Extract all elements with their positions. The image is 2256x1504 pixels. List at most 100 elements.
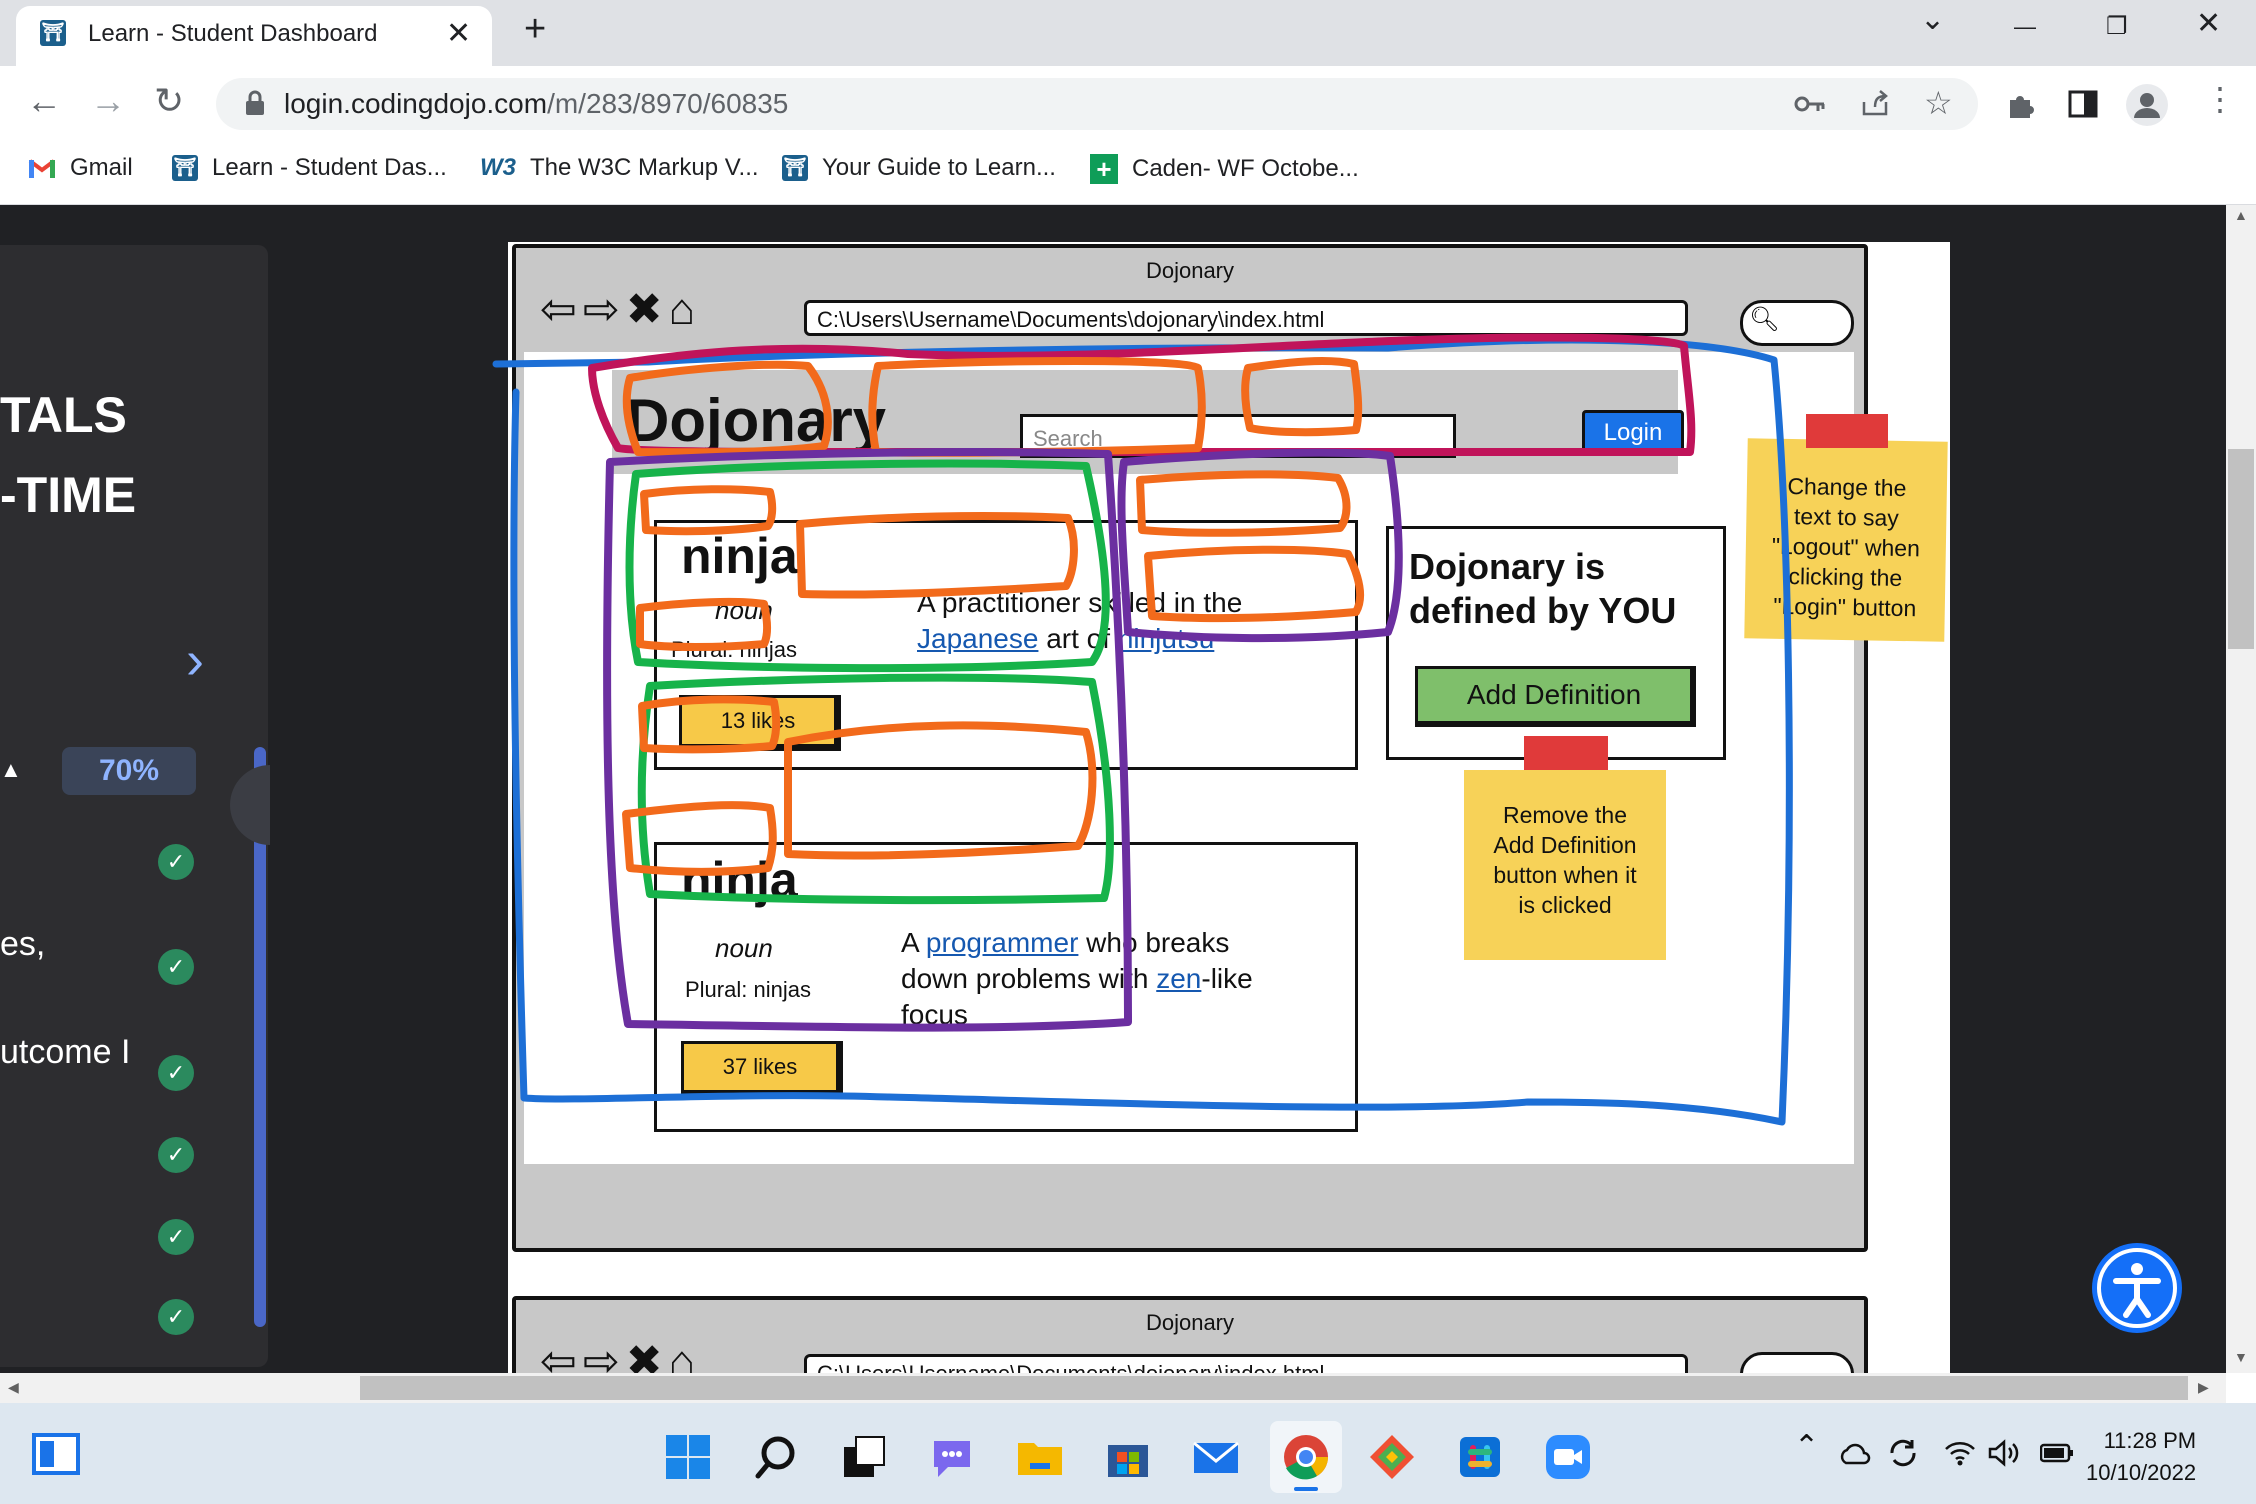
bookmark-caden-wf[interactable]: + Caden- WF Octobe...	[1090, 154, 1359, 184]
sidebar-collapse-tab[interactable]	[230, 765, 270, 845]
wifi-icon[interactable]	[1944, 1439, 1976, 1467]
volume-icon[interactable]	[1988, 1439, 2024, 1467]
progress-badge: 70%	[62, 747, 196, 795]
teams-chat-icon[interactable]	[928, 1433, 976, 1481]
scroll-down-arrow-icon[interactable]: ▼	[2234, 1349, 2248, 1365]
dojo-favicon-icon: ⛩	[172, 155, 198, 181]
orange-login-stroke	[1241, 357, 1363, 437]
scroll-up-arrow-icon[interactable]: ▲	[2234, 207, 2248, 223]
orange-word2-stroke	[638, 695, 781, 754]
zoom-icon[interactable]	[1544, 1433, 1592, 1481]
task-view-icon[interactable]	[840, 1433, 888, 1481]
purple-list-stroke	[603, 448, 1132, 1032]
vertical-scrollbar[interactable]: ▲ ▼	[2226, 205, 2256, 1373]
git-app-icon[interactable]	[1368, 1433, 1416, 1481]
course-title: TALS -TIME	[0, 375, 136, 535]
bookmark-star-icon[interactable]: ☆	[1924, 84, 1953, 122]
dojo-favicon-icon: ⛩	[782, 155, 808, 181]
chevron-up-icon[interactable]: ⌃	[1794, 1429, 1819, 1464]
new-tab-button[interactable]: +	[524, 8, 546, 51]
widgets-icon[interactable]	[32, 1433, 80, 1475]
url-text[interactable]: login.codingdojo.com/m/283/8970/60835	[284, 88, 788, 120]
lock-icon[interactable]	[244, 90, 266, 116]
restore-button[interactable]: ❐	[2106, 12, 2128, 41]
check-circle-icon: ✓	[158, 949, 194, 985]
system-clock[interactable]: 11:28 PM 10/10/2022	[2086, 1425, 2196, 1489]
accessibility-button[interactable]	[2092, 1243, 2182, 1333]
tab-title: Learn - Student Dashboard	[88, 20, 378, 47]
url-domain: login.codingdojo.com	[284, 88, 548, 119]
bookmark-w3c-validator[interactable]: W3 The W3C Markup V...	[480, 154, 759, 182]
check-circle-icon: ✓	[158, 1055, 194, 1091]
check-circle-icon: ✓	[158, 1219, 194, 1255]
scroll-left-arrow-icon[interactable]: ◀	[8, 1379, 19, 1396]
share-icon[interactable]	[1860, 88, 1890, 118]
accessibility-icon	[2097, 1248, 2177, 1328]
scrollbar-thumb[interactable]	[2228, 449, 2254, 649]
address-bar[interactable]: login.codingdojo.com/m/283/8970/60835 ☆	[216, 78, 1978, 130]
key-icon[interactable]	[1794, 92, 1826, 116]
reload-icon[interactable]: ↻	[154, 80, 184, 122]
orange-search-stroke	[868, 357, 1206, 457]
browser-toolbar: ← → ↻ login.codingdojo.com/m/283/8970/60…	[0, 66, 2256, 142]
tab-close-icon[interactable]: ✕	[446, 16, 471, 51]
profile-avatar[interactable]	[2126, 84, 2168, 126]
check-circle-icon: ✓	[158, 1137, 194, 1173]
close-window-button[interactable]: ✕	[2196, 6, 2221, 41]
tab-search-chevron-icon[interactable]: ⌄	[1920, 2, 1945, 37]
wireframe-nav-icons: ⇦⇨✖⌂	[540, 1337, 702, 1373]
onedrive-cloud-icon[interactable]	[1838, 1441, 1872, 1465]
search-icon[interactable]	[752, 1433, 800, 1481]
horizontal-scrollbar[interactable]: ◀ ▶	[0, 1373, 2226, 1403]
orange-def2-stroke	[784, 721, 1097, 860]
bookmark-label: The W3C Markup V...	[530, 154, 759, 181]
sheets-icon: +	[1090, 154, 1118, 184]
sidebar-text: es,	[0, 925, 46, 963]
bookmark-guide-to-learn[interactable]: ⛩ Your Guide to Learn...	[782, 154, 1056, 182]
wireframe-window-title: Dojonary	[1145, 1310, 1235, 1335]
collapse-caret-icon[interactable]: ▲	[0, 757, 22, 783]
bookmarks-bar: Gmail ⛩ Learn - Student Das... W3 The W3…	[0, 142, 2256, 205]
url-path: /m/283/8970/60835	[547, 88, 789, 119]
minimize-button[interactable]: —	[2014, 14, 2036, 40]
bookmark-gmail[interactable]: Gmail	[28, 154, 133, 182]
browser-tab[interactable]: ⛩ Learn - Student Dashboard ✕	[16, 6, 492, 66]
orange-word1-stroke	[640, 485, 777, 536]
chevron-right-icon[interactable]: ›	[186, 629, 204, 691]
microsoft-store-icon[interactable]	[1104, 1433, 1152, 1481]
slack-icon[interactable]	[1456, 1433, 1504, 1481]
course-sidebar: TALS -TIME › ▲ 70% ✓ es, ✓ utcome I ✓ ✓ …	[0, 245, 270, 1367]
scrollbar-thumb[interactable]	[360, 1376, 2188, 1400]
chrome-taskbar-active[interactable]	[1270, 1421, 1342, 1493]
bookmark-label: Caden- WF Octobe...	[1132, 155, 1359, 182]
chrome-menu-icon[interactable]: ⋮	[2204, 80, 2236, 118]
person-icon	[2134, 93, 2160, 118]
orange-def1-stroke	[796, 512, 1078, 599]
w3c-icon: W3	[480, 154, 516, 181]
extensions-puzzle-icon[interactable]	[2006, 90, 2036, 120]
file-explorer-icon[interactable]	[1016, 1433, 1064, 1481]
orange-add-def-stroke	[1144, 545, 1365, 623]
bookmark-learn-student-dashboard[interactable]: ⛩ Learn - Student Das...	[172, 154, 447, 182]
chrome-icon	[1284, 1435, 1328, 1480]
tab-strip: ⛩ Learn - Student Dashboard ✕ + ⌄ — ❐ ✕	[0, 0, 2256, 66]
side-panel-icon[interactable]	[2068, 90, 2098, 118]
sync-icon[interactable]	[1886, 1437, 1920, 1469]
windows-taskbar: ⌃ 11:28 PM 10/10/2022	[0, 1403, 2256, 1504]
wireframe-window-title: Dojonary	[1145, 258, 1235, 283]
windows-start-icon[interactable]	[664, 1433, 712, 1481]
orange-likes1-stroke	[636, 597, 771, 651]
wireframe-url-bar: C:\Users\Username\Documents\dojonary\ind…	[804, 1354, 1688, 1373]
page-viewport: TALS -TIME › ▲ 70% ✓ es, ✓ utcome I ✓ ✓ …	[0, 205, 2226, 1373]
mail-icon[interactable]	[1192, 1433, 1240, 1481]
bookmark-label: Gmail	[70, 154, 133, 181]
course-title-line2: -TIME	[0, 467, 137, 523]
bookmark-label: Learn - Student Das...	[212, 154, 447, 181]
back-arrow-icon[interactable]: ←	[26, 80, 62, 122]
clock-date: 10/10/2022	[2086, 1460, 2197, 1485]
scroll-right-arrow-icon[interactable]: ▶	[2198, 1379, 2209, 1396]
forward-arrow-icon[interactable]: →	[90, 80, 126, 122]
gmail-icon	[28, 159, 56, 178]
course-title-line1: TALS	[0, 387, 127, 443]
battery-icon[interactable]	[2040, 1443, 2074, 1463]
